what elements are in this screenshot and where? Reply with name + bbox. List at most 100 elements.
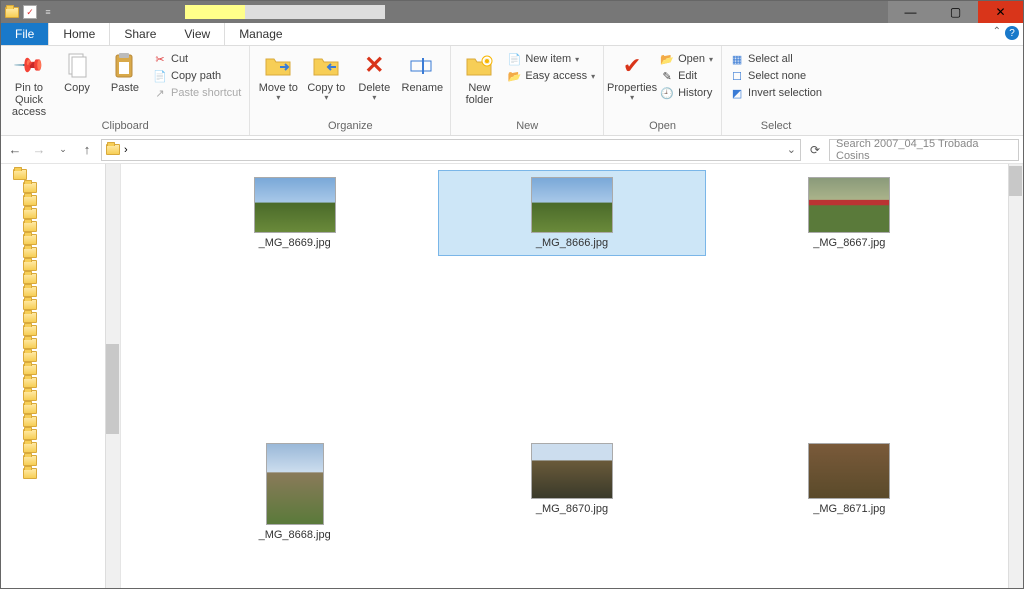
folder-icon [23, 351, 37, 362]
copy-button[interactable]: Copy [55, 48, 99, 94]
folder-icon [23, 338, 37, 349]
new-item-button[interactable]: 📄New item [505, 51, 597, 67]
rename-button[interactable]: Rename [400, 48, 444, 94]
properties-button[interactable]: ✔ Properties [610, 48, 654, 103]
collapse-ribbon-icon[interactable]: ⌃ [993, 26, 1001, 37]
help-icon[interactable]: ? [1005, 26, 1019, 40]
address-dropdown-icon[interactable]: ⌄ [787, 143, 796, 156]
file-item[interactable]: _MG_8669.jpg [161, 170, 428, 256]
cut-button[interactable]: ✂Cut [151, 51, 243, 67]
content-scrollbar[interactable] [1008, 164, 1023, 588]
tree-scroll-thumb[interactable] [106, 344, 119, 434]
tree-folder[interactable] [5, 259, 116, 272]
content-scroll-thumb[interactable] [1009, 166, 1022, 196]
tab-share[interactable]: Share [110, 23, 170, 45]
easy-access-button[interactable]: 📂Easy access [505, 68, 597, 84]
search-input[interactable]: Search 2007_04_15 Trobada Cosins [829, 139, 1019, 161]
delete-button[interactable]: ✕ Delete [352, 48, 396, 103]
folder-icon [23, 403, 37, 414]
tab-file[interactable]: File [1, 23, 48, 45]
file-item[interactable]: _MG_8667.jpg [716, 170, 983, 256]
file-item-selected[interactable]: _MG_8666.jpg [438, 170, 705, 256]
tree-folder[interactable] [5, 337, 116, 350]
move-to-button[interactable]: Move to [256, 48, 300, 103]
edit-button[interactable]: ✎Edit [658, 68, 715, 84]
folder-icon [23, 221, 37, 232]
tree-folder[interactable] [5, 207, 116, 220]
maximize-button[interactable]: ▢ [933, 1, 978, 23]
tree-folder[interactable] [5, 298, 116, 311]
group-open: ✔ Properties 📂Open ✎Edit 🕘History Open [604, 46, 722, 135]
tree-folder[interactable] [5, 246, 116, 259]
tree-folder[interactable] [5, 363, 116, 376]
folder-icon [5, 5, 19, 19]
scissors-icon: ✂ [153, 52, 167, 66]
thumbnail [808, 177, 890, 233]
up-button[interactable]: ↑ [77, 142, 97, 157]
new-folder-button[interactable]: ✹ New folder [457, 48, 501, 106]
tree-folder[interactable] [5, 467, 116, 480]
select-all-button[interactable]: ▦Select all [728, 51, 824, 67]
file-item[interactable]: _MG_8670.jpg [438, 436, 705, 548]
invert-selection-button[interactable]: ◩Invert selection [728, 85, 824, 101]
close-button[interactable]: ✕ [978, 1, 1023, 23]
pin-quick-access-button[interactable]: 📌 Pin to Quick access [7, 48, 51, 118]
file-name: _MG_8667.jpg [813, 237, 885, 249]
history-label: History [678, 87, 712, 99]
copy-path-label: Copy path [171, 70, 221, 82]
tree-folder[interactable] [5, 441, 116, 454]
tab-home[interactable]: Home [48, 23, 110, 45]
qat-toggle-icon[interactable]: ✓ [23, 5, 37, 19]
refresh-button[interactable]: ⟳ [805, 143, 825, 157]
back-button[interactable]: ← [5, 142, 25, 157]
tree-folder[interactable] [5, 220, 116, 233]
tree-folder[interactable] [5, 168, 116, 181]
folder-icon [23, 416, 37, 427]
tree-folder[interactable] [5, 181, 116, 194]
copy-to-button[interactable]: Copy to [304, 48, 348, 103]
thumbnail [531, 443, 613, 499]
tree-folder[interactable] [5, 376, 116, 389]
move-to-label: Move to [259, 82, 298, 94]
tree-scrollbar[interactable] [105, 164, 120, 588]
copy-path-button[interactable]: 📄Copy path [151, 68, 243, 84]
select-none-button[interactable]: ☐Select none [728, 68, 824, 84]
invert-label: Invert selection [748, 87, 822, 99]
paste-button[interactable]: Paste [103, 48, 147, 94]
tree-folder[interactable] [5, 350, 116, 363]
folder-icon [23, 208, 37, 219]
tab-view[interactable]: View [170, 23, 224, 45]
tab-manage[interactable]: Manage [224, 23, 296, 45]
paste-shortcut-button[interactable]: ↗Paste shortcut [151, 85, 243, 101]
recent-dropdown[interactable]: ⌄ [53, 144, 73, 155]
forward-button[interactable]: → [29, 142, 49, 157]
tree-folder[interactable] [5, 311, 116, 324]
qat-dropdown-icon[interactable]: ≡ [41, 5, 55, 19]
tree-folder[interactable] [5, 285, 116, 298]
address-bar[interactable]: › ⌄ [101, 139, 801, 161]
folder-icon [23, 273, 37, 284]
tree-folder[interactable] [5, 389, 116, 402]
tree-folder[interactable] [5, 428, 116, 441]
open-button[interactable]: 📂Open [658, 51, 715, 67]
paste-label: Paste [111, 82, 139, 94]
tree-folder[interactable] [5, 454, 116, 467]
file-item[interactable]: _MG_8671.jpg [716, 436, 983, 548]
group-open-label: Open [610, 118, 715, 135]
tree-folder[interactable] [5, 324, 116, 337]
folder-icon [23, 429, 37, 440]
file-view[interactable]: _MG_8669.jpg _MG_8666.jpg _MG_8667.jpg _… [121, 164, 1023, 588]
folder-icon [23, 247, 37, 258]
tree-folder[interactable] [5, 415, 116, 428]
file-item[interactable]: _MG_8668.jpg [161, 436, 428, 548]
folder-icon [23, 455, 37, 466]
minimize-button[interactable]: — [888, 1, 933, 23]
tree-folder[interactable] [5, 402, 116, 415]
delete-icon: ✕ [360, 52, 388, 80]
tree-folder[interactable] [5, 194, 116, 207]
nav-tree[interactable] [1, 164, 121, 588]
copy-icon [63, 52, 91, 80]
history-button[interactable]: 🕘History [658, 85, 715, 101]
tree-folder[interactable] [5, 272, 116, 285]
tree-folder[interactable] [5, 233, 116, 246]
